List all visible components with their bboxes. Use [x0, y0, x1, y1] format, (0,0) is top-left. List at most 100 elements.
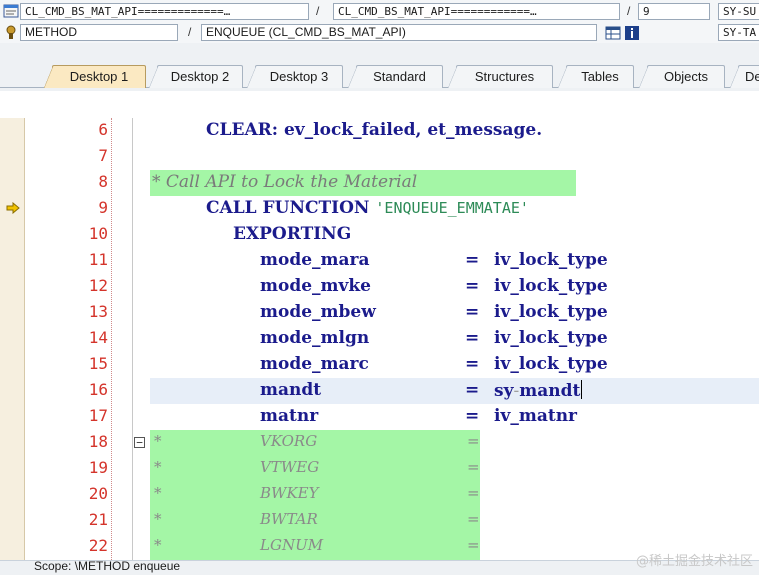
- separator: /: [188, 25, 192, 39]
- tab-objects[interactable]: Objects: [639, 65, 725, 88]
- param-value: iv_lock_type: [494, 250, 608, 270]
- desktop-tab-strip: Desktop 1 Desktop 2 Desktop 3 Standard S…: [0, 43, 759, 91]
- code-text: CLEAR: ev_lock_failed, et_message.: [206, 120, 542, 144]
- line-number: 13: [88, 302, 108, 321]
- code-line[interactable]: 17 matnr = iv_matnr: [0, 404, 759, 430]
- assign-operator: =: [465, 406, 480, 426]
- separator: /: [316, 4, 320, 18]
- assign-operator: =: [465, 250, 480, 270]
- keyword-exporting: EXPORTING: [233, 224, 352, 244]
- code-line[interactable]: 6 CLEAR: ev_lock_failed, et_message.: [0, 118, 759, 144]
- current-statement-arrow-icon: [6, 202, 20, 214]
- line-number: 15: [88, 354, 108, 373]
- param-name: mandt: [260, 380, 322, 400]
- comment-star: *: [154, 458, 162, 476]
- class-icon: [3, 4, 19, 18]
- commented-param: BWKEY: [260, 484, 319, 502]
- commented-param: VKORG: [260, 432, 318, 450]
- line-number: 22: [88, 536, 108, 555]
- commented-param: LGNUM: [260, 536, 324, 554]
- code-line-commented[interactable]: 20 * BWKEY =: [0, 482, 759, 508]
- param-name: mode_marc: [260, 354, 369, 374]
- param-value: iv_lock_type: [494, 354, 608, 374]
- commented-param: VTWEG: [260, 458, 320, 476]
- comment-star: *: [154, 432, 162, 450]
- param-name: mode_mlgn: [260, 328, 370, 348]
- assign-operator: =: [465, 380, 480, 400]
- line-number: 12: [88, 276, 108, 295]
- code-line[interactable]: 7: [0, 144, 759, 170]
- code-line-current[interactable]: 9 CALL FUNCTION 'ENQUEUE_EMMATAE': [0, 196, 759, 222]
- code-line-commented[interactable]: 18 − * VKORG =: [0, 430, 759, 456]
- param-name: mode_mvke: [260, 276, 371, 296]
- class-name-field[interactable]: CL_CMD_BS_MAT_API=============…: [20, 3, 309, 20]
- tab-structures[interactable]: Structures: [448, 65, 553, 88]
- commented-param: BWTAR: [260, 510, 318, 528]
- line-number: 20: [88, 484, 108, 503]
- code-line-cursor[interactable]: 16 mandt = sy-mandt: [0, 378, 759, 404]
- param-name: mode_mara: [260, 250, 370, 270]
- header-row-1: CL_CMD_BS_MAT_API=============… / CL_CMD…: [0, 0, 759, 22]
- line-number: 16: [88, 380, 108, 399]
- tab-tables[interactable]: Tables: [558, 65, 634, 88]
- param-value: iv_lock_type: [494, 328, 608, 348]
- clear-args: ev_lock_failed, et_message.: [278, 120, 543, 140]
- assign-operator: =: [465, 354, 480, 374]
- code-line[interactable]: 10 EXPORTING: [0, 222, 759, 248]
- line-number: 8: [98, 172, 108, 191]
- commented-operator: =: [467, 510, 480, 528]
- scope-status-text: Scope: \METHOD enqueue: [34, 560, 181, 573]
- method-name-field[interactable]: ENQUEUE (CL_CMD_BS_MAT_API): [201, 24, 597, 41]
- tab-debugger-more[interactable]: De: [730, 65, 759, 88]
- comment-star: *: [154, 510, 162, 528]
- code-editor[interactable]: 6 CLEAR: ev_lock_failed, et_message. 7 8…: [0, 118, 759, 560]
- event-type-field[interactable]: METHOD: [20, 24, 178, 41]
- commented-operator: =: [467, 484, 480, 502]
- code-line[interactable]: 12 mode_mvke = iv_lock_type: [0, 274, 759, 300]
- keyword-clear: CLEAR:: [206, 120, 279, 140]
- param-name: matnr: [260, 406, 319, 426]
- watermark: @稀土掘金技术社区: [635, 554, 753, 569]
- line-number: 10: [88, 224, 108, 243]
- line-number: 14: [88, 328, 108, 347]
- line-number: 6: [98, 120, 108, 139]
- line-number-field[interactable]: 9: [638, 3, 710, 20]
- value-part-mandt: mandt: [519, 381, 581, 401]
- collapse-block-icon[interactable]: −: [134, 437, 145, 448]
- commented-operator: =: [467, 536, 480, 554]
- param-value: iv_lock_type: [494, 302, 608, 322]
- code-line-commented[interactable]: 19 * VTWEG =: [0, 456, 759, 482]
- commented-operator: =: [467, 458, 480, 476]
- code-line[interactable]: 13 mode_mbew = iv_lock_type: [0, 300, 759, 326]
- table-icon[interactable]: [605, 25, 621, 41]
- line-number: 17: [88, 406, 108, 425]
- info-icon[interactable]: [624, 25, 640, 41]
- line-number: 18: [88, 432, 108, 451]
- assign-operator: =: [465, 276, 480, 296]
- tab-standard[interactable]: Standard: [348, 65, 443, 88]
- comment-text: * Call API to Lock the Material: [152, 172, 418, 192]
- param-name: mode_mbew: [260, 302, 376, 322]
- param-value: iv_matnr: [494, 406, 578, 426]
- tab-desktop-2[interactable]: Desktop 2: [149, 65, 243, 88]
- assign-operator: =: [465, 328, 480, 348]
- line-number: 21: [88, 510, 108, 529]
- code-text: CALL FUNCTION 'ENQUEUE_EMMATAE': [206, 198, 529, 222]
- include-name-field[interactable]: CL_CMD_BS_MAT_API============…: [333, 3, 620, 20]
- tab-desktop-3[interactable]: Desktop 3: [247, 65, 343, 88]
- code-line[interactable]: 8 * Call API to Lock the Material: [0, 170, 759, 196]
- code-line[interactable]: 15 mode_marc = iv_lock_type: [0, 352, 759, 378]
- cursor-line-highlight: [150, 378, 759, 404]
- header-row-2: METHOD / ENQUEUE (CL_CMD_BS_MAT_API) SY-…: [0, 22, 759, 43]
- tab-desktop-1[interactable]: Desktop 1: [44, 65, 146, 88]
- line-number: 9: [98, 198, 108, 217]
- code-line-commented[interactable]: 21 * BWTAR =: [0, 508, 759, 534]
- line-number: 19: [88, 458, 108, 477]
- keyword-call-function: CALL FUNCTION: [206, 198, 376, 218]
- function-name-string: 'ENQUEUE_EMMATAE': [375, 199, 529, 217]
- code-line[interactable]: 11 mode_mara = iv_lock_type: [0, 248, 759, 274]
- code-line[interactable]: 14 mode_mlgn = iv_lock_type: [0, 326, 759, 352]
- system-field-2[interactable]: SY-TA: [718, 24, 759, 41]
- separator: /: [627, 4, 631, 18]
- system-field-1[interactable]: SY-SU: [718, 3, 759, 20]
